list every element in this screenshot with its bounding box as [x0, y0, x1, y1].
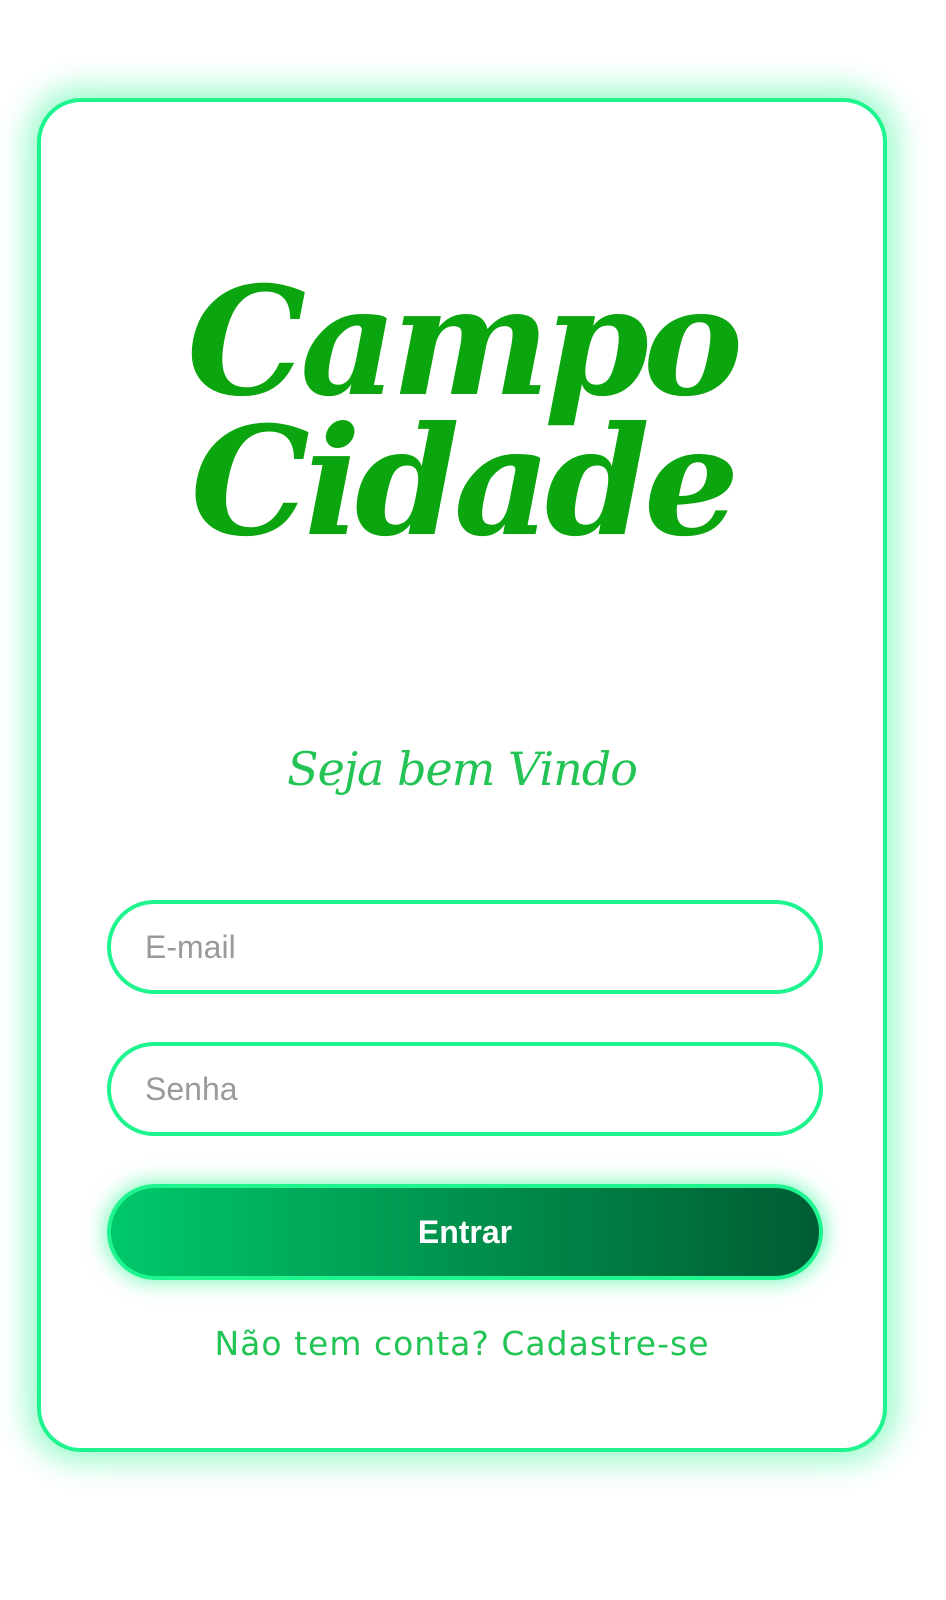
password-field[interactable]: [107, 1042, 823, 1136]
signup-link[interactable]: Não tem conta? Cadastre-se: [41, 1324, 883, 1363]
logo-line-cidade: Cidade: [190, 394, 740, 570]
welcome-heading: Seja bem Vindo: [287, 742, 638, 796]
login-card: Campo Cidade Seja bem Vindo Entrar Não t…: [37, 98, 887, 1452]
email-field[interactable]: [107, 900, 823, 994]
login-button[interactable]: Entrar: [107, 1184, 823, 1280]
